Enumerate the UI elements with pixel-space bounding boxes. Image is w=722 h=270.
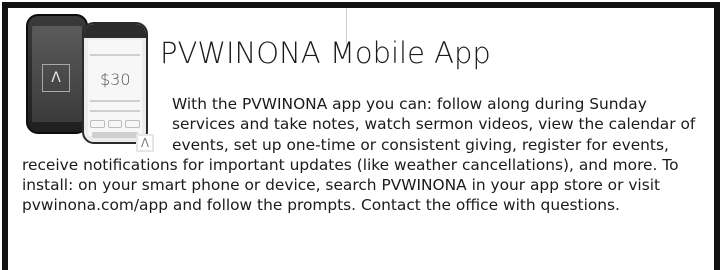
phone-amount: $30 bbox=[100, 70, 131, 89]
text-wrap-spacer bbox=[22, 94, 172, 154]
app-logo-icon: Λ bbox=[42, 64, 70, 92]
page-title: PVWINONA Mobile App bbox=[160, 36, 491, 70]
phone-line bbox=[90, 54, 140, 56]
body-paragraph: With the PVWINONA app you can: follow al… bbox=[22, 94, 712, 216]
phone-topbar bbox=[84, 24, 146, 38]
